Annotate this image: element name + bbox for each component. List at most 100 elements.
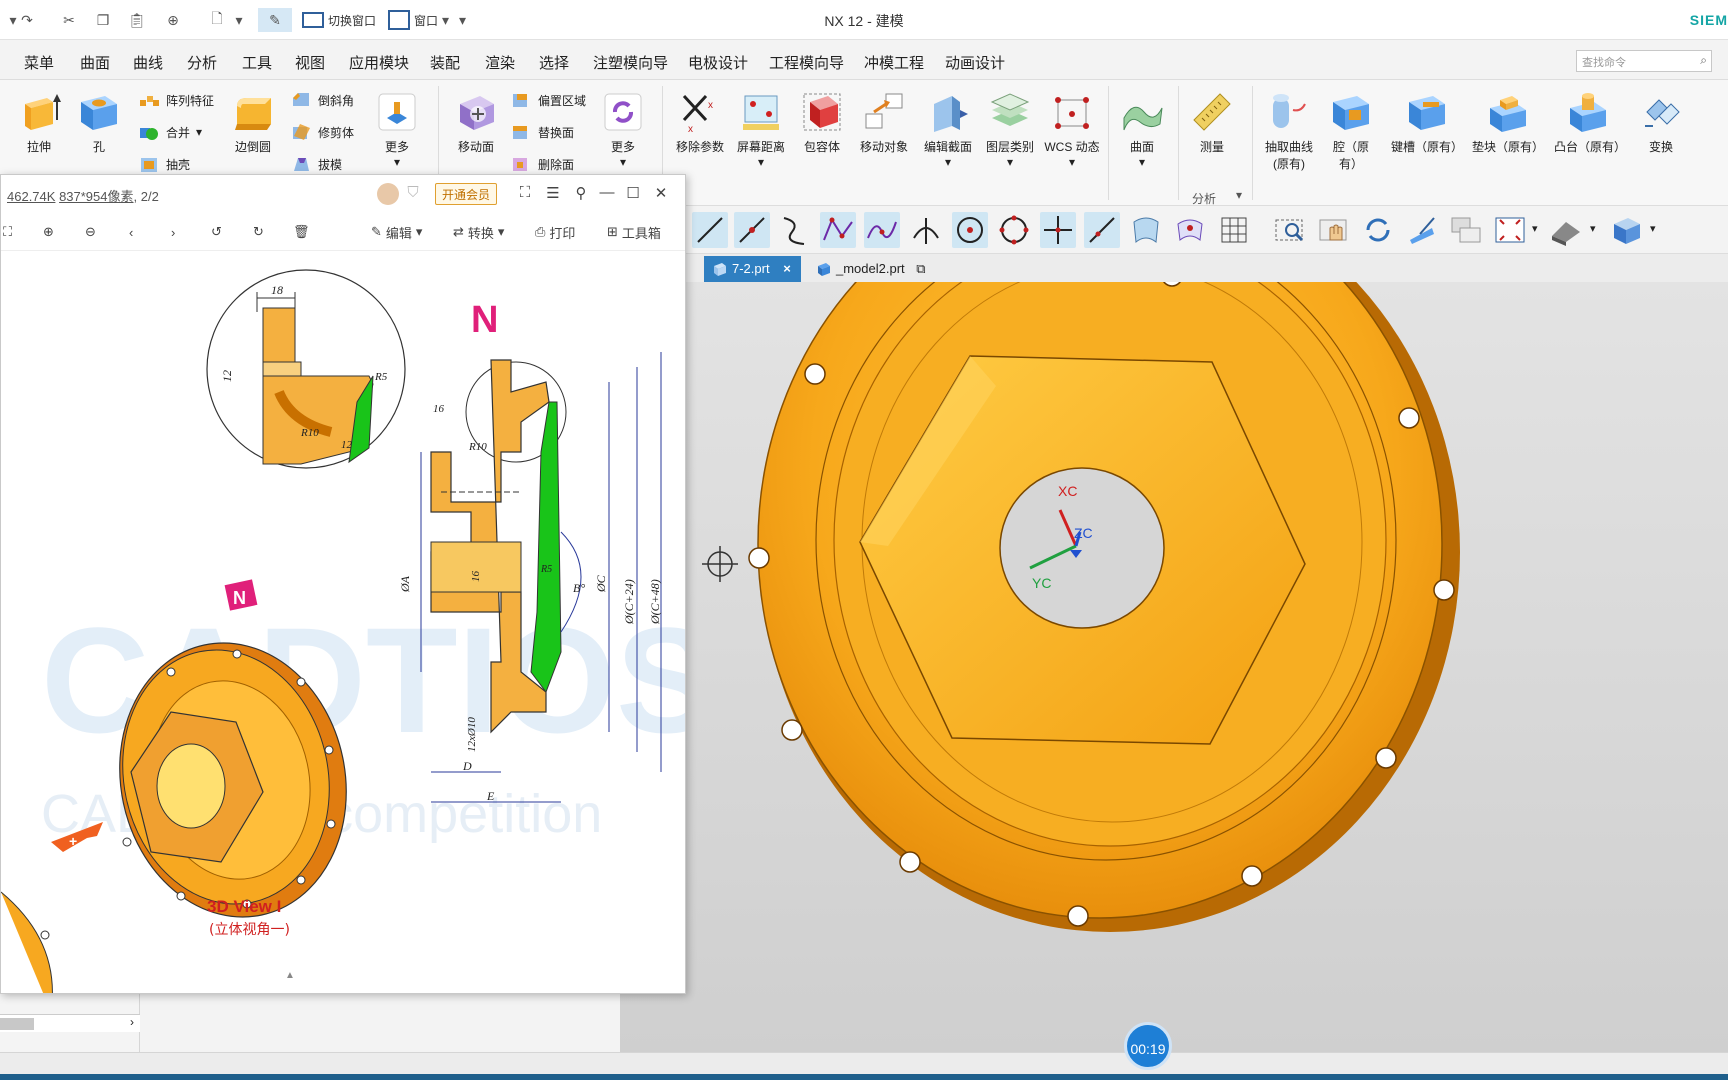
- menu-item-view[interactable]: 视图: [295, 52, 325, 73]
- graphics-viewport[interactable]: XC ZC YC: [620, 282, 1728, 1052]
- wcs-dynamic-button[interactable]: WCS 动态 ▾: [1042, 90, 1102, 169]
- snap-curve-icon[interactable]: [776, 212, 812, 248]
- boss-button[interactable]: 凸台（原有）: [1554, 90, 1626, 155]
- pin-icon[interactable]: ⚲: [571, 184, 591, 204]
- menu-item-surface[interactable]: 曲面: [80, 52, 110, 73]
- delete-face-button[interactable]: 删除面: [510, 154, 574, 174]
- shell-button[interactable]: 抽壳: [138, 154, 190, 174]
- part-model[interactable]: XC ZC YC: [620, 282, 1728, 1052]
- surface-button[interactable]: 曲面 ▾: [1114, 90, 1170, 169]
- snap-polyline-icon[interactable]: [820, 212, 856, 248]
- close-tab-icon[interactable]: ×: [783, 261, 791, 276]
- cavity-button[interactable]: 腔（原有）: [1324, 90, 1378, 172]
- next-icon[interactable]: ›: [171, 222, 175, 242]
- edge-blend-button[interactable]: 边倒圆: [224, 90, 282, 155]
- transform-button[interactable]: 变换: [1636, 90, 1686, 155]
- slot-button[interactable]: 键槽（原有）: [1390, 90, 1464, 155]
- drawing-image[interactable]: CADTIOS CAD digital competition 18 12 R5…: [1, 252, 685, 993]
- hole-button[interactable]: 孔: [74, 90, 124, 155]
- avatar[interactable]: [377, 183, 399, 205]
- viewer-title-bar[interactable]: 462.74K 837*954像素, 2/2 ⛉ 开通会员 ⛶ ☰ ⚲ — ☐ …: [1, 175, 685, 213]
- shaded-view-icon[interactable]: [1608, 212, 1644, 248]
- draft-button[interactable]: 拔模: [290, 154, 342, 174]
- vip-button[interactable]: 开通会员: [435, 183, 498, 205]
- screen-distance-button[interactable]: 屏幕距离 ▾: [734, 90, 788, 169]
- snap-endpoint-icon[interactable]: [734, 212, 770, 248]
- rotate-right-icon[interactable]: ↻: [253, 222, 264, 242]
- snap-line-icon[interactable]: [692, 212, 728, 248]
- remove-params-button[interactable]: xx 移除参数: [668, 90, 732, 155]
- image-dimensions[interactable]: 837*954像素: [59, 189, 133, 204]
- orient-view-icon[interactable]: [1404, 212, 1440, 248]
- menu-item-application[interactable]: 应用模块: [349, 52, 409, 73]
- navigator-horizontal-scrollbar[interactable]: ›: [0, 1014, 140, 1032]
- pattern-feature-button[interactable]: 阵列特征: [138, 90, 214, 110]
- rotate-left-icon[interactable]: ↺: [211, 222, 222, 242]
- more-button-2[interactable]: 更多 ▾: [598, 90, 648, 169]
- extract-curve-button[interactable]: 抽取曲线 (原有): [1256, 90, 1322, 172]
- menu-item-assembly[interactable]: 装配: [430, 52, 460, 73]
- menu-item-die-engineering[interactable]: 冲模工程: [864, 52, 924, 73]
- tab-7-2-prt[interactable]: 7-2.prt ×: [704, 256, 801, 282]
- maximize-icon[interactable]: ☐: [623, 184, 643, 204]
- zoom-out-icon[interactable]: ⊖: [85, 222, 96, 242]
- convert-button[interactable]: ⇄ 转换 ▾: [453, 222, 504, 242]
- close-icon[interactable]: ✕: [651, 184, 671, 204]
- scroll-right-icon[interactable]: ›: [130, 1015, 134, 1029]
- previous-icon[interactable]: ‹: [129, 222, 133, 242]
- chevron-down-icon[interactable]: ▾: [1590, 222, 1596, 235]
- menu-item-electrode[interactable]: 电极设计: [688, 52, 748, 73]
- snap-point-icon[interactable]: [1040, 212, 1076, 248]
- menu-item-select[interactable]: 选择: [539, 52, 569, 73]
- image-viewer-window[interactable]: 462.74K 837*954像素, 2/2 ⛉ 开通会员 ⛶ ☰ ⚲ — ☐ …: [0, 174, 686, 994]
- snap-quadrant-icon[interactable]: [996, 212, 1032, 248]
- snap-bounded-grid-icon[interactable]: [1172, 212, 1208, 248]
- timer-badge[interactable]: 00:19: [1124, 1022, 1172, 1070]
- trim-body-button[interactable]: 修剪体: [290, 122, 354, 142]
- zoom-in-icon[interactable]: ⊕: [43, 222, 54, 242]
- toolbox-button[interactable]: ⊞ 工具箱: [607, 222, 661, 242]
- minimize-icon[interactable]: —: [597, 184, 617, 204]
- chevron-down-icon[interactable]: ▾: [1532, 222, 1538, 235]
- menu-item-engineering-mold[interactable]: 工程模向导: [769, 52, 844, 73]
- replace-face-button[interactable]: 替换面: [510, 122, 574, 142]
- file-size[interactable]: 462.74K: [7, 189, 55, 204]
- collapse-toolbar-icon[interactable]: ▲: [285, 970, 295, 981]
- grid-icon[interactable]: [1216, 212, 1252, 248]
- scrollbar-thumb[interactable]: [0, 1018, 34, 1030]
- zoom-window-icon[interactable]: [1272, 212, 1308, 248]
- snap-spline-icon[interactable]: [864, 212, 900, 248]
- menu-item-analysis[interactable]: 分析: [187, 52, 217, 73]
- menu-item-tools[interactable]: 工具: [242, 52, 272, 73]
- menu-item-menu[interactable]: 菜单: [24, 52, 54, 73]
- more-button-1[interactable]: 更多 ▾: [372, 90, 422, 169]
- print-button[interactable]: ⎙ 打印: [535, 222, 575, 242]
- menu-item-animation[interactable]: 动画设计: [945, 52, 1005, 73]
- menu-item-curve[interactable]: 曲线: [133, 52, 163, 73]
- edit-section-button[interactable]: 编辑截面 ▾: [918, 90, 978, 169]
- render-style-icon[interactable]: [1548, 212, 1584, 248]
- move-object-button[interactable]: 移动对象: [856, 90, 912, 155]
- menu-icon[interactable]: ☰: [543, 184, 563, 204]
- shield-icon[interactable]: ⛉: [403, 184, 423, 204]
- snap-intersection-icon[interactable]: [908, 212, 944, 248]
- snap-on-curve-icon[interactable]: [1084, 212, 1120, 248]
- measure-button[interactable]: 测量: [1186, 90, 1238, 155]
- menu-item-mold-wizard[interactable]: 注塑模向导: [593, 52, 668, 73]
- fit-view-icon[interactable]: [1492, 212, 1528, 248]
- chamfer-button[interactable]: 倒斜角: [290, 90, 354, 110]
- fullscreen-icon[interactable]: ⛶: [515, 184, 535, 204]
- bounding-body-button[interactable]: 包容体: [796, 90, 848, 155]
- analysis-group-chevron-icon[interactable]: ▾: [1236, 188, 1242, 202]
- delete-icon[interactable]: 🗑︎: [293, 222, 310, 242]
- snap-center-icon[interactable]: [952, 212, 988, 248]
- fit-screen-icon[interactable]: ⛶: [3, 222, 12, 242]
- pan-hand-icon[interactable]: [1316, 212, 1352, 248]
- menu-item-render[interactable]: 渲染: [485, 52, 515, 73]
- layer-category-button[interactable]: 图层类别 ▾: [980, 90, 1040, 169]
- unite-button[interactable]: 合并 ▾: [138, 122, 202, 142]
- offset-region-button[interactable]: 偏置区域: [510, 90, 586, 110]
- snap-on-face-icon[interactable]: [1128, 212, 1164, 248]
- edit-button[interactable]: ✎ 编辑 ▾: [371, 222, 422, 242]
- command-search-input[interactable]: 查找命令 ⌕: [1576, 50, 1712, 72]
